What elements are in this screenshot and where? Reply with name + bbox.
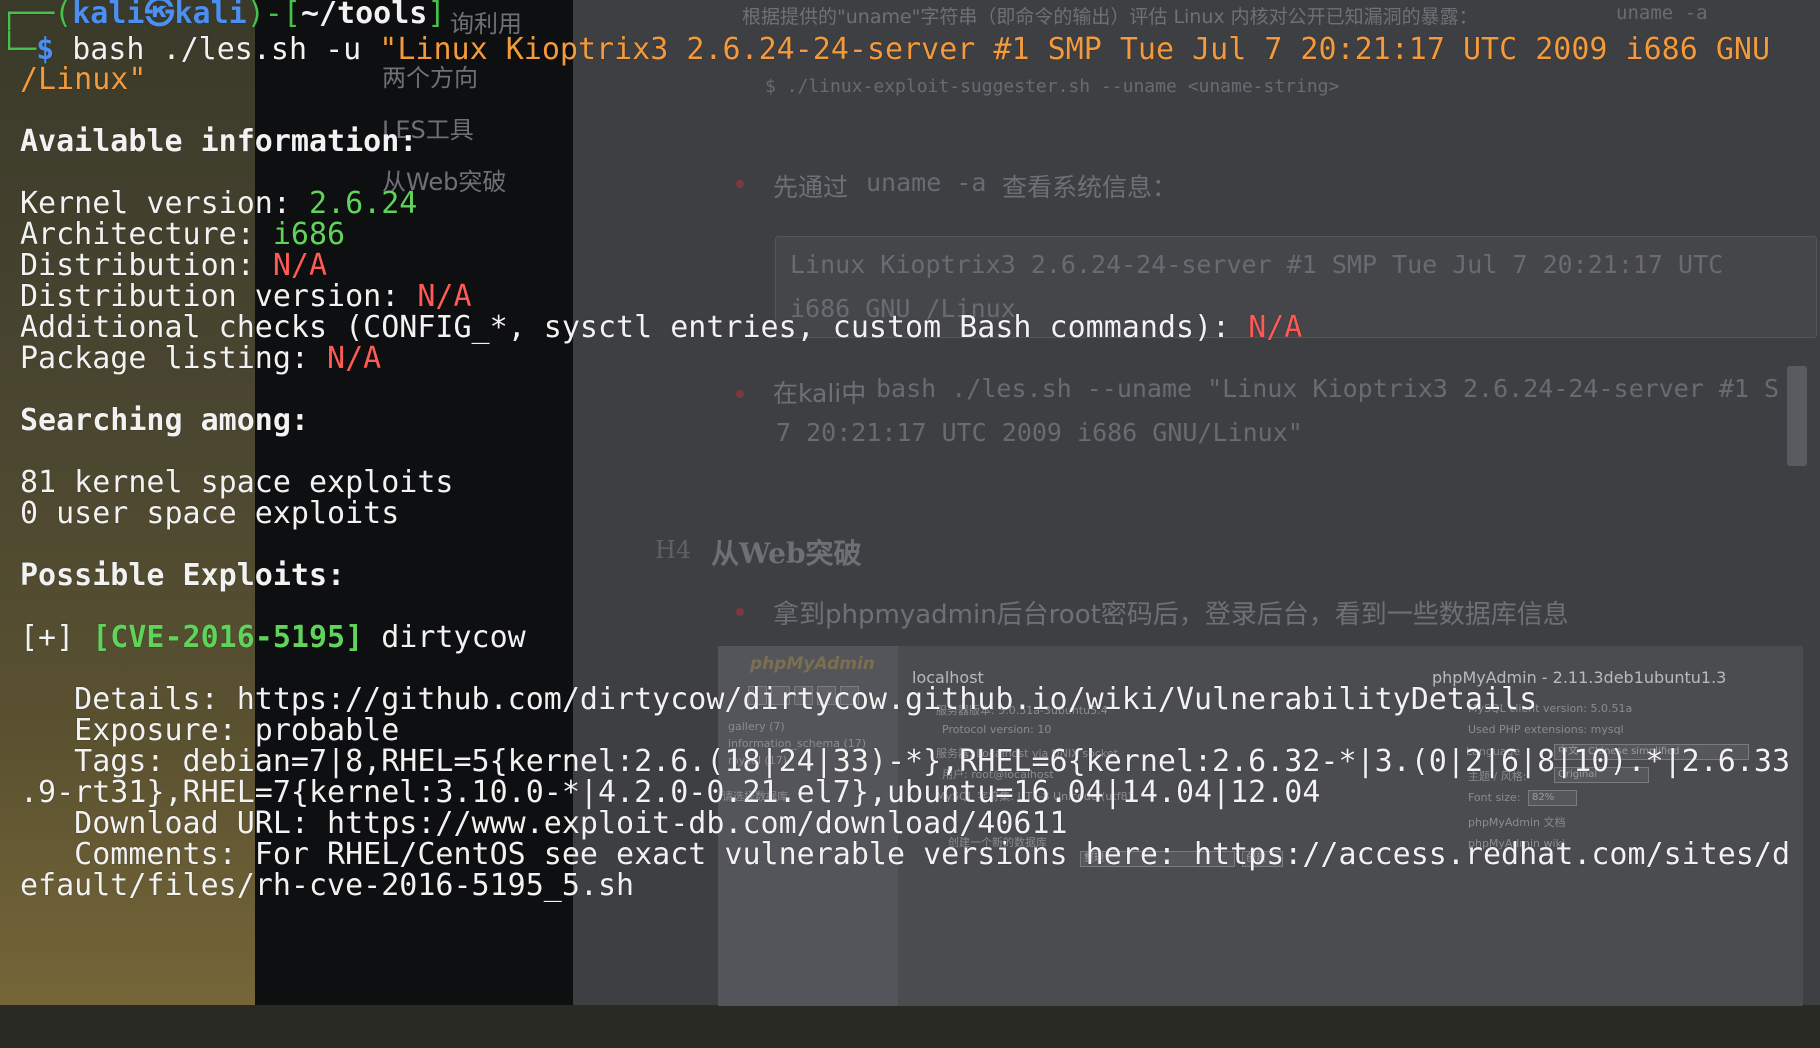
- exploit-cve: [CVE-2016-5195]: [92, 620, 364, 655]
- terminal-window[interactable]: ┌──(kali㉿kali)-[~/tools] └─$ bash ./les.…: [0, 0, 1820, 1048]
- desktop-screen: 询利用 两个方向 LES工具 从Web突破 根据提供的"uname"字符串（即命…: [0, 0, 1820, 1048]
- exploit-comments-wrap: efault/files/rh-cve-2016-5195_5.sh: [20, 868, 635, 903]
- info-value: N/A: [417, 279, 472, 314]
- info-value: N/A: [327, 341, 382, 376]
- info-value: 2.6.24: [308, 186, 418, 221]
- exploit-marker: [+]: [20, 620, 93, 655]
- command-argument-wrap: /Linux": [20, 62, 147, 97]
- prompt-user-host: kali㉿kali: [72, 0, 247, 31]
- prompt-box-corner: ┌──(: [0, 0, 73, 31]
- prompt-bracket-close: ]: [427, 0, 446, 31]
- info-value: i686: [272, 217, 346, 252]
- prompt-line-1: ┌──(kali㉿kali)-[~/tools]: [0, 0, 445, 32]
- section-header-searching: Searching among:: [20, 403, 309, 438]
- info-label: Architecture:: [20, 217, 273, 252]
- exploit-name: dirtycow: [363, 620, 526, 655]
- command-line: └─$ bash ./les.sh -u "Linux Kioptrix3 2.…: [0, 32, 1770, 68]
- user-exploit-count: 0 user space exploits: [20, 496, 400, 531]
- info-value: N/A: [272, 248, 328, 283]
- info-package-listing: Package listing: N/A: [20, 341, 381, 377]
- command-argument: "Linux Kioptrix3 2.6.24-24-server #1 SMP…: [379, 32, 1771, 67]
- section-header-available: Available information:: [20, 124, 418, 159]
- exploit-entry: [+] [CVE-2016-5195] dirtycow: [20, 620, 526, 656]
- info-label: Kernel version:: [20, 186, 309, 221]
- prompt-separator: )-[: [246, 0, 301, 31]
- info-label: Distribution version:: [20, 279, 418, 314]
- info-label: Package listing:: [20, 341, 328, 376]
- section-header-possible: Possible Exploits:: [20, 558, 346, 593]
- prompt-cwd: ~/tools: [300, 0, 428, 31]
- info-label: Additional checks (CONFIG_*, sysctl entr…: [20, 310, 1249, 345]
- info-label: Distribution:: [20, 248, 273, 283]
- info-value: N/A: [1248, 310, 1303, 345]
